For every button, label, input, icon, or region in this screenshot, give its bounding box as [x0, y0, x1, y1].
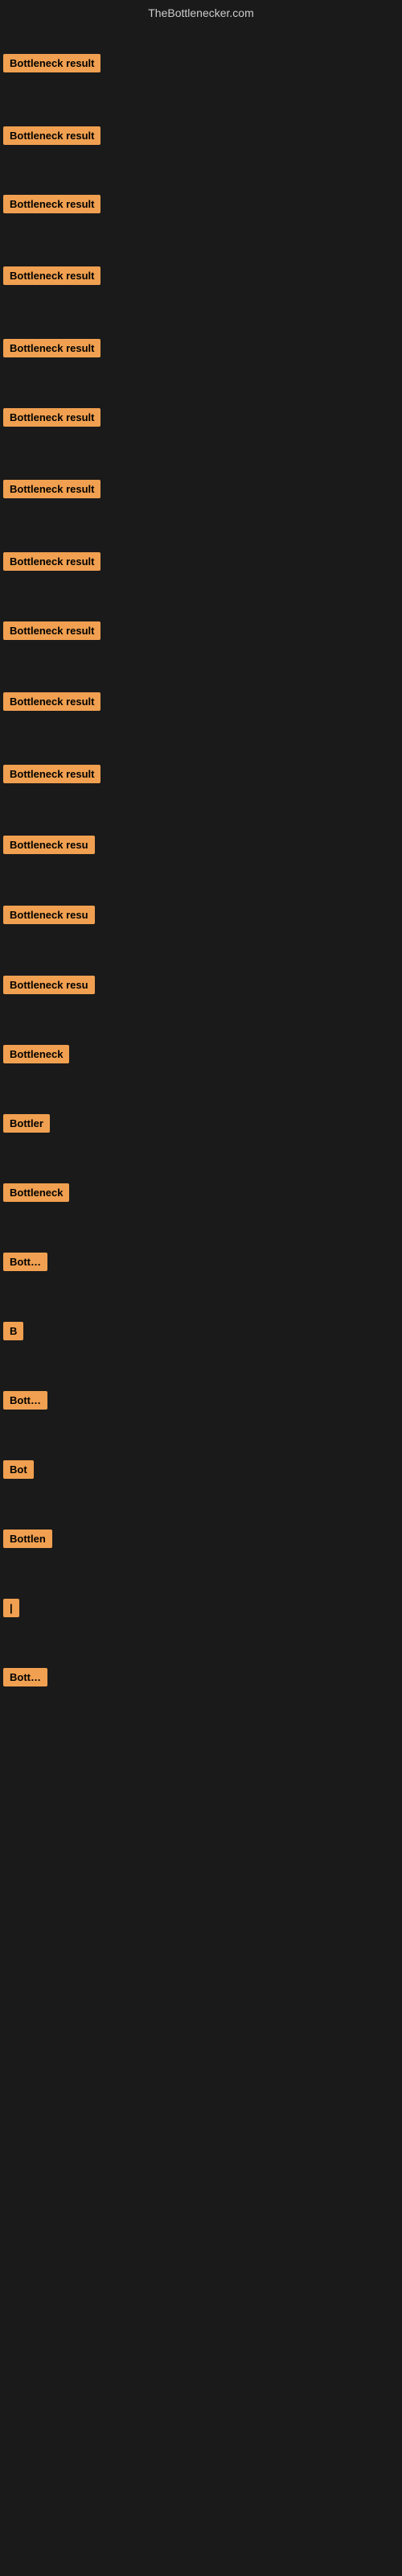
bottleneck-badge-22[interactable]: Bottlen — [3, 1530, 52, 1548]
result-row-17: Bottleneck — [0, 1182, 72, 1203]
bottleneck-badge-8[interactable]: Bottleneck result — [3, 552, 100, 571]
bottleneck-badge-1[interactable]: Bottleneck result — [3, 54, 100, 72]
bottleneck-badge-24[interactable]: Bott… — [3, 1668, 47, 1686]
result-row-21: Bot — [0, 1459, 37, 1480]
bottleneck-badge-4[interactable]: Bottleneck result — [3, 266, 100, 285]
result-row-20: Bott… — [0, 1389, 51, 1411]
result-row-14: Bottleneck resu — [0, 974, 98, 996]
result-row-2: Bottleneck result — [0, 125, 104, 147]
result-row-4: Bottleneck result — [0, 265, 104, 287]
bottleneck-badge-20[interactable]: Bott… — [3, 1391, 47, 1410]
result-row-16: Bottler — [0, 1113, 53, 1134]
bottleneck-badge-2[interactable]: Bottleneck result — [3, 126, 100, 145]
result-row-18: Bott… — [0, 1251, 51, 1273]
result-row-13: Bottleneck resu — [0, 904, 98, 926]
result-row-7: Bottleneck result — [0, 478, 104, 500]
result-row-6: Bottleneck result — [0, 407, 104, 428]
bottleneck-badge-15[interactable]: Bottleneck — [3, 1045, 69, 1063]
bottleneck-badge-16[interactable]: Bottler — [3, 1114, 50, 1133]
bottleneck-badge-7[interactable]: Bottleneck result — [3, 480, 100, 498]
result-row-5: Bottleneck result — [0, 337, 104, 359]
bottleneck-badge-18[interactable]: Bott… — [3, 1253, 47, 1271]
bottleneck-badge-21[interactable]: Bot — [3, 1460, 34, 1479]
bottleneck-badge-12[interactable]: Bottleneck resu — [3, 836, 95, 854]
result-row-1: Bottleneck result — [0, 52, 104, 74]
results-container: Bottleneck result Bottleneck result Bottle… — [0, 23, 402, 1794]
result-row-9: Bottleneck result — [0, 620, 104, 642]
bottleneck-badge-3[interactable]: Bottleneck result — [3, 195, 100, 213]
site-title: TheBottlenecker.com — [0, 0, 402, 23]
result-row-3: Bottleneck result — [0, 193, 104, 215]
bottleneck-badge-13[interactable]: Bottleneck resu — [3, 906, 95, 924]
result-row-8: Bottleneck result — [0, 551, 104, 572]
result-row-10: Bottleneck result — [0, 691, 104, 712]
bottleneck-badge-23[interactable]: | — [3, 1599, 19, 1617]
result-row-15: Bottleneck — [0, 1043, 72, 1065]
bottleneck-badge-9[interactable]: Bottleneck result — [3, 621, 100, 640]
page-wrapper: TheBottlenecker.com Bottleneck resultBot… — [0, 0, 402, 2576]
bottleneck-badge-5[interactable]: Bottleneck result — [3, 339, 100, 357]
bottleneck-badge-14[interactable]: Bottleneck resu — [3, 976, 95, 994]
result-row-19: B — [0, 1320, 27, 1342]
bottleneck-badge-10[interactable]: Bottleneck result — [3, 692, 100, 711]
result-row-22: Bottlen — [0, 1528, 55, 1550]
bottleneck-badge-11[interactable]: Bottleneck result — [3, 765, 100, 783]
bottleneck-badge-6[interactable]: Bottleneck result — [3, 408, 100, 427]
result-row-23: | — [0, 1597, 23, 1619]
result-row-11: Bottleneck result — [0, 763, 104, 785]
bottleneck-badge-17[interactable]: Bottleneck — [3, 1183, 69, 1202]
result-row-12: Bottleneck resu — [0, 834, 98, 856]
result-row-24: Bott… — [0, 1666, 51, 1688]
bottleneck-badge-19[interactable]: B — [3, 1322, 23, 1340]
